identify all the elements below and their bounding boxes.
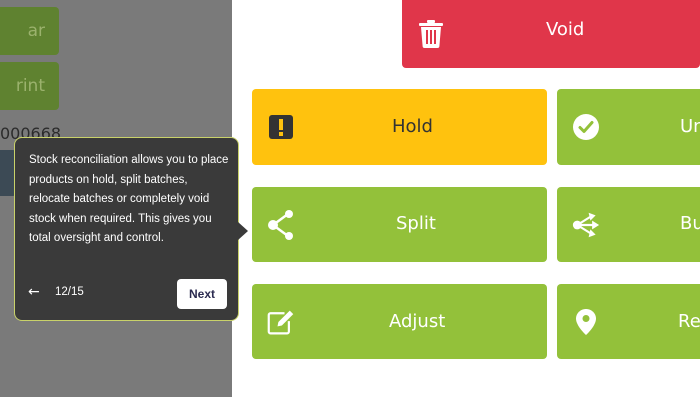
adjust-button[interactable]: Adjust: [252, 284, 547, 359]
check-circle-icon: [572, 113, 600, 141]
edit-icon: [267, 308, 295, 336]
bulk-button[interactable]: Bu: [557, 187, 700, 262]
left-button-2[interactable]: rint: [0, 62, 59, 110]
adjust-label: Adjust: [389, 311, 446, 332]
back-arrow-icon[interactable]: ←: [28, 284, 40, 300]
split-button[interactable]: Split: [252, 187, 547, 262]
split-icon: [267, 209, 295, 240]
step-counter: 12/15: [55, 286, 84, 298]
tooltip-arrow: [238, 222, 248, 240]
bulk-label: Bu: [680, 213, 700, 234]
split-label: Split: [396, 213, 436, 234]
merge-icon: [572, 211, 600, 239]
tooltip-text: Stock reconciliation allows you to place…: [29, 154, 229, 244]
exclamation-icon: [267, 113, 295, 141]
relocate-button[interactable]: Re: [557, 284, 700, 359]
left-button-1-label: ar: [27, 21, 45, 41]
tour-tooltip: Stock reconciliation allows you to place…: [14, 137, 248, 321]
next-button[interactable]: Next: [177, 279, 227, 309]
unhold-button[interactable]: Un: [557, 89, 700, 165]
left-button-2-label: rint: [15, 76, 45, 96]
left-button-1[interactable]: ar: [0, 7, 59, 55]
trash-icon: [417, 20, 445, 48]
void-button[interactable]: Void: [402, 0, 700, 68]
void-label: Void: [546, 19, 585, 40]
unhold-label: Un: [680, 116, 700, 137]
location-pin-icon: [572, 308, 600, 336]
relocate-label: Re: [678, 311, 700, 332]
hold-label: Hold: [392, 116, 433, 137]
hold-button[interactable]: Hold: [252, 89, 547, 165]
